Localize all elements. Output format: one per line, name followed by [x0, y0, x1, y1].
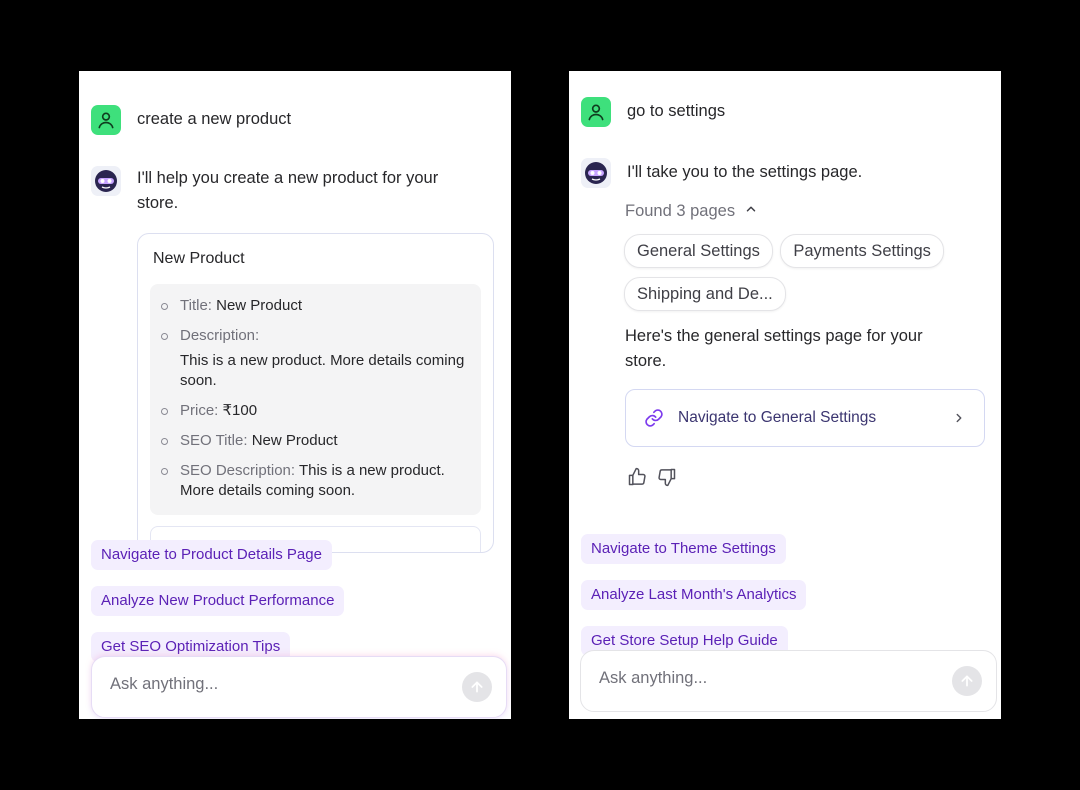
- chat-input[interactable]: [599, 669, 929, 688]
- navigate-card-label: Navigate to General Settings: [678, 409, 877, 426]
- bot-message: I'll take you to the settings page.: [581, 158, 985, 188]
- user-avatar: [91, 105, 121, 135]
- followup-message: Here's the general settings page for you…: [625, 327, 923, 370]
- page-chip-payments[interactable]: Payments Settings: [780, 234, 944, 268]
- user-icon: [98, 112, 114, 129]
- chat-input[interactable]: [110, 675, 440, 694]
- field-seo-title-value: New Product: [251, 432, 338, 449]
- found-pages-label: Found 3 pages: [625, 202, 736, 220]
- field-title: Title: New Product: [161, 296, 471, 316]
- field-seo-description-label: SEO Description:: [180, 462, 296, 479]
- thumbs-down-icon[interactable]: [657, 467, 677, 492]
- field-description-label: Description:: [180, 327, 260, 344]
- field-title-value: New Product: [216, 297, 302, 314]
- bot-avatar: [581, 158, 611, 188]
- suggestion-chip[interactable]: Analyze Last Month's Analytics: [581, 580, 807, 610]
- user-message-text: create a new product: [137, 110, 292, 128]
- product-card-title: New Product: [153, 250, 245, 267]
- user-message: create a new product: [91, 105, 495, 135]
- product-card: New Product Title: New Product Descripti…: [137, 233, 494, 553]
- suggestion-chip[interactable]: Navigate to Product Details Page: [91, 540, 332, 570]
- navigate-general-settings-card[interactable]: Navigate to General Settings: [625, 389, 985, 447]
- found-pages-toggle[interactable]: Found 3 pages: [625, 202, 758, 221]
- product-details: Title: New Product Description: This is …: [150, 284, 481, 515]
- page-chip-general[interactable]: General Settings: [624, 234, 773, 268]
- user-message: go to settings: [581, 97, 985, 127]
- thumbs-up-icon[interactable]: [627, 467, 647, 492]
- field-seo-description: SEO Description: This is a new product. …: [161, 461, 471, 501]
- link-icon: [644, 408, 664, 433]
- found-pages-list: General Settings Payments Settings Shipp…: [624, 234, 984, 320]
- chat-panel-left: create a new product I'll help you creat…: [79, 71, 511, 719]
- send-button[interactable]: [952, 666, 982, 696]
- field-price: Price: ₹100: [161, 401, 471, 421]
- chevron-up-icon: [744, 202, 758, 221]
- chat-input-box: [91, 656, 507, 718]
- user-message-text: go to settings: [627, 102, 726, 120]
- bot-message-text: I'll take you to the settings page.: [627, 163, 863, 181]
- suggestion-chip[interactable]: Analyze New Product Performance: [91, 586, 345, 616]
- bot-mask-icon: [585, 162, 607, 184]
- field-seo-title-label: SEO Title:: [180, 432, 248, 449]
- arrow-up-icon: [961, 675, 973, 687]
- chat-input-box: [580, 650, 997, 712]
- field-description-value: This is a new product. More details comi…: [180, 352, 465, 389]
- send-button[interactable]: [462, 672, 492, 702]
- user-avatar: [581, 97, 611, 127]
- chevron-right-icon: [952, 411, 966, 430]
- field-seo-title: SEO Title: New Product: [161, 431, 471, 451]
- chat-panel-right: go to settings I'll take you to the sett…: [569, 71, 1001, 719]
- page-chip-shipping[interactable]: Shipping and De...: [624, 277, 786, 311]
- field-description: Description: This is a new product. More…: [161, 326, 471, 391]
- feedback-buttons: [627, 467, 677, 492]
- field-price-value: ₹100: [222, 402, 258, 419]
- bot-mask-icon: [95, 170, 117, 192]
- suggestion-chip[interactable]: Navigate to Theme Settings: [581, 534, 786, 564]
- arrow-up-icon: [471, 681, 483, 693]
- field-title-label: Title:: [180, 297, 212, 314]
- bot-message: I'll help you create a new product for y…: [91, 166, 495, 216]
- bot-message-text: I'll help you create a new product for y…: [137, 169, 439, 212]
- bot-avatar: [91, 166, 121, 196]
- field-price-label: Price:: [180, 402, 219, 419]
- user-icon: [588, 104, 604, 121]
